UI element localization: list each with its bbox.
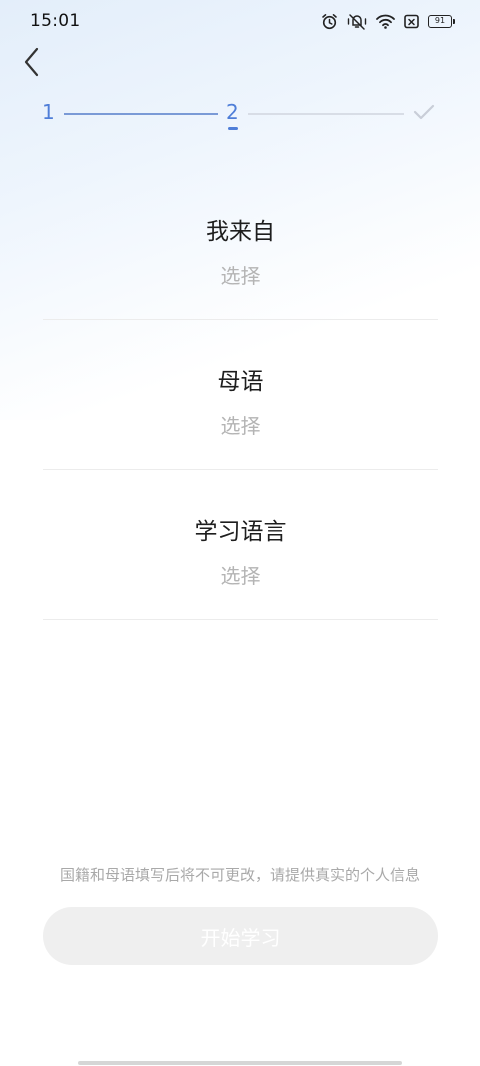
home-indicator[interactable]	[78, 1061, 402, 1065]
divider	[43, 319, 438, 320]
status-bar: 15:01 91	[0, 0, 480, 42]
step-1-label: 1	[42, 100, 55, 124]
current-step-indicator	[228, 127, 238, 130]
learning-language-field-label: 学习语言	[194, 519, 287, 545]
back-button[interactable]	[14, 44, 50, 80]
step-connector-completed	[64, 113, 218, 115]
battery-icon: 91	[428, 14, 455, 28]
native-language-field[interactable]: 母语 选择	[43, 362, 438, 439]
status-time: 15:01	[30, 11, 81, 31]
step-2-label: 2	[226, 100, 239, 124]
country-field-value[interactable]: 选择	[43, 260, 438, 289]
status-icons: 91	[321, 12, 455, 30]
immutability-notice: 国籍和母语填写后将不可更改，请提供真实的个人信息	[59, 866, 420, 884]
chevron-left-icon	[24, 47, 39, 77]
start-learning-button[interactable]: 开始学习	[43, 907, 438, 965]
header-gradient-background	[0, 0, 480, 420]
sim-none-icon	[404, 14, 419, 29]
learning-language-field-value[interactable]: 选择	[43, 560, 438, 589]
country-field[interactable]: 我来自 选择	[43, 212, 438, 289]
native-language-field-label: 母语	[217, 369, 264, 395]
mute-vibrate-icon	[347, 13, 367, 30]
alarm-icon	[321, 13, 338, 30]
learning-language-field[interactable]: 学习语言 选择	[43, 512, 438, 589]
progress-stepper: 1 2	[0, 96, 480, 136]
check-icon	[413, 103, 435, 125]
battery-level: 91	[434, 16, 446, 25]
divider	[43, 619, 438, 620]
divider	[43, 469, 438, 470]
wifi-icon	[376, 14, 395, 29]
native-language-field-value[interactable]: 选择	[43, 410, 438, 439]
step-connector-pending	[248, 113, 404, 115]
country-field-label: 我来自	[206, 219, 275, 245]
